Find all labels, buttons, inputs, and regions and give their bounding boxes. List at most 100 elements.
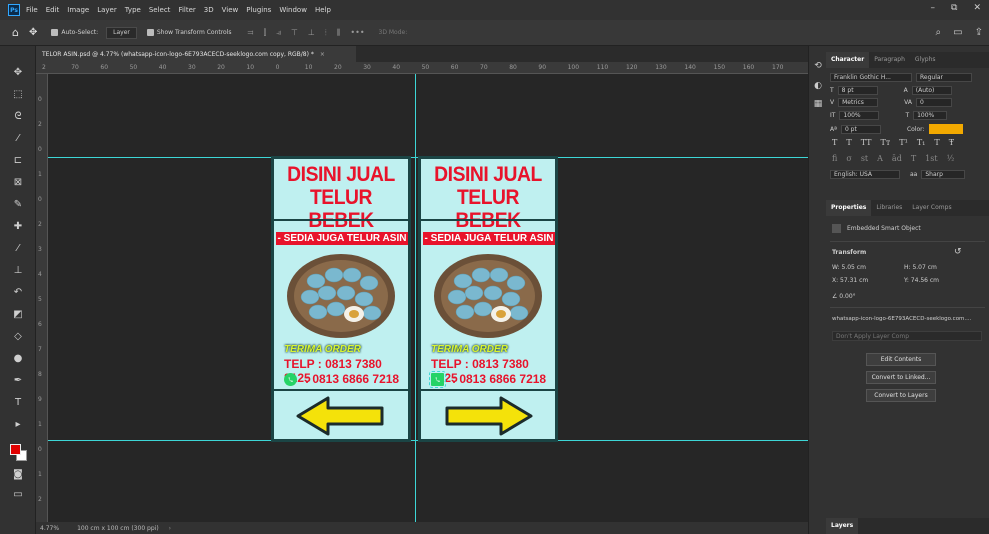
dodge-tool-icon[interactable]: ●	[10, 352, 26, 366]
faux-italic-icon[interactable]: T	[846, 138, 851, 147]
eraser-tool-icon[interactable]: ◩	[10, 308, 26, 322]
close-button[interactable]: ✕	[973, 3, 981, 13]
subscript-icon[interactable]: T₁	[917, 138, 926, 147]
canvas[interactable]: DISINI JUAL TELUR BEBEK - SEDIA JUGA TEL…	[48, 74, 808, 522]
old-style-icon[interactable]: σ	[846, 154, 851, 163]
y-position-field[interactable]: Y: 74.56 cm	[904, 277, 939, 284]
layer-comp-select[interactable]: Don't Apply Layer Comp	[832, 331, 982, 341]
discretionary-ligatures-icon[interactable]: st	[861, 154, 868, 163]
font-style-select[interactable]: Regular	[916, 73, 972, 82]
path-select-icon[interactable]: ▸	[10, 418, 26, 432]
all-caps-icon[interactable]: TT	[861, 138, 872, 147]
menu-file[interactable]: File	[26, 6, 38, 14]
zoom-level[interactable]: 4.77%	[40, 525, 59, 532]
tab-layers[interactable]: Layers	[826, 518, 859, 534]
tab-layer-comps[interactable]: Layer Comps	[907, 200, 956, 216]
crop-tool-icon[interactable]: ⊏	[10, 154, 26, 168]
align-left-icon[interactable]: ⫤	[248, 28, 254, 38]
titling-alternates-icon[interactable]: T	[911, 154, 916, 163]
brush-tool-icon[interactable]: ⁄	[10, 242, 26, 256]
ligatures-icon[interactable]: ﬁ	[832, 154, 837, 163]
history-brush-icon[interactable]: ↶	[10, 286, 26, 300]
edit-contents-button[interactable]: Edit Contents	[866, 353, 936, 366]
align-middle-icon[interactable]: ⊥	[308, 28, 315, 38]
restore-button[interactable]: ⧉	[951, 3, 957, 13]
small-caps-icon[interactable]: Tт	[881, 138, 891, 147]
workspace-icon[interactable]: ▭	[953, 27, 962, 38]
home-icon[interactable]: ⌂	[12, 26, 19, 39]
minimize-button[interactable]: –	[931, 3, 936, 13]
document-tab[interactable]: TELOR ASIN.psd @ 4.77% (whatsapp-icon-lo…	[36, 46, 356, 62]
pen-tool-icon[interactable]: ✒	[10, 374, 26, 388]
move-tool-icon[interactable]: ✥	[29, 27, 37, 38]
font-size-field[interactable]: 8 pt	[837, 86, 878, 95]
screen-mode-icon[interactable]: ▭	[10, 488, 26, 502]
whatsapp-icon-selected[interactable]	[429, 370, 446, 388]
menu-image[interactable]: Image	[67, 6, 89, 14]
frame-tool-icon[interactable]: ⊠	[10, 176, 26, 190]
swash-icon[interactable]: A	[877, 154, 883, 163]
x-position-field[interactable]: X: 57.31 cm	[832, 277, 868, 284]
close-tab-button[interactable]: ×	[320, 51, 325, 58]
healing-brush-icon[interactable]: ✚	[10, 220, 26, 234]
guide-vertical[interactable]	[415, 74, 416, 522]
menu-help[interactable]: Help	[315, 6, 331, 14]
tab-libraries[interactable]: Libraries	[871, 200, 907, 216]
angle-field[interactable]: ∠ 0.00°	[832, 293, 856, 300]
auto-select-checkbox[interactable]: Auto-Select:	[51, 29, 98, 36]
share-icon[interactable]: ⇪	[975, 27, 983, 38]
menu-plugins[interactable]: Plugins	[246, 6, 271, 14]
faux-bold-icon[interactable]: T	[832, 138, 837, 147]
width-field[interactable]: W: 5.05 cm	[832, 264, 866, 271]
banner-left[interactable]: DISINI JUAL TELUR BEBEK - SEDIA JUGA TEL…	[271, 156, 411, 442]
marquee-tool-icon[interactable]: ⬚	[10, 88, 26, 102]
leading-field[interactable]: (Auto)	[911, 86, 952, 95]
clone-stamp-icon[interactable]: ⊥	[10, 264, 26, 278]
ordinals-icon[interactable]: 1st	[925, 154, 937, 163]
menu-3d[interactable]: 3D	[204, 6, 214, 14]
reset-transform-icon[interactable]: ↺	[954, 247, 962, 257]
stylistic-alternates-icon[interactable]: ād	[892, 154, 902, 163]
menu-view[interactable]: View	[222, 6, 239, 14]
vertical-scale-field[interactable]: 100%	[839, 111, 880, 120]
anti-alias-select[interactable]: Sharp	[921, 170, 966, 179]
underline-icon[interactable]: T	[934, 138, 939, 147]
show-transform-checkbox[interactable]: Show Transform Controls	[146, 29, 232, 36]
quick-mask-icon[interactable]: ◙	[10, 468, 26, 482]
banner-right[interactable]: DISINI JUAL TELUR BEBEK - SEDIA JUGA TEL…	[418, 156, 558, 442]
menu-select[interactable]: Select	[149, 6, 171, 14]
more-options-button[interactable]: •••	[350, 28, 364, 38]
convert-to-layers-button[interactable]: Convert to Layers	[866, 389, 936, 402]
font-family-select[interactable]: Franklin Gothic H...	[830, 73, 912, 82]
tab-properties[interactable]: Properties	[826, 200, 872, 216]
tab-paragraph[interactable]: Paragraph	[869, 52, 910, 68]
strikethrough-icon[interactable]: Ŧ	[949, 138, 954, 147]
kerning-field[interactable]: Metrics	[838, 98, 879, 107]
foreground-color-swatch[interactable]	[10, 444, 21, 455]
baseline-field[interactable]: 0 pt	[840, 124, 881, 134]
search-icon[interactable]: ⌕	[936, 27, 942, 38]
text-color-swatch[interactable]	[928, 124, 963, 134]
auto-select-dropdown[interactable]: Layer	[106, 26, 137, 39]
gradient-tool-icon[interactable]: ◇	[10, 330, 26, 344]
menu-filter[interactable]: Filter	[178, 6, 195, 14]
move-tool-icon[interactable]: ✥	[10, 66, 26, 80]
horizontal-scale-field[interactable]: 100%	[913, 111, 948, 120]
status-arrow-icon[interactable]: ›	[169, 525, 171, 532]
horizontal-ruler[interactable]: 2 70 60 50 40 30 20 10 0 10 20 30 40 50 60 70 80 90 100 110…	[36, 62, 808, 74]
align-top-icon[interactable]: ⊤	[291, 28, 298, 38]
type-tool-icon[interactable]: T	[10, 396, 26, 410]
superscript-icon[interactable]: T¹	[899, 138, 908, 147]
adjustments-panel-icon[interactable]: ◐	[812, 80, 824, 92]
vertical-ruler[interactable]: 02010234567891012	[36, 74, 48, 522]
align-center-icon[interactable]: ⫿	[264, 28, 267, 38]
menu-type[interactable]: Type	[125, 6, 141, 14]
tracking-field[interactable]: 0	[915, 98, 952, 107]
quick-select-tool-icon[interactable]: ⁄	[10, 132, 26, 146]
lasso-tool-icon[interactable]: ᘓ	[10, 110, 26, 124]
distribute-icon[interactable]: ⦙	[325, 28, 327, 38]
eyedropper-tool-icon[interactable]: ✎	[10, 198, 26, 212]
menu-layer[interactable]: Layer	[97, 6, 117, 14]
tab-glyphs[interactable]: Glyphs	[910, 52, 941, 68]
height-field[interactable]: H: 5.07 cm	[904, 264, 937, 271]
